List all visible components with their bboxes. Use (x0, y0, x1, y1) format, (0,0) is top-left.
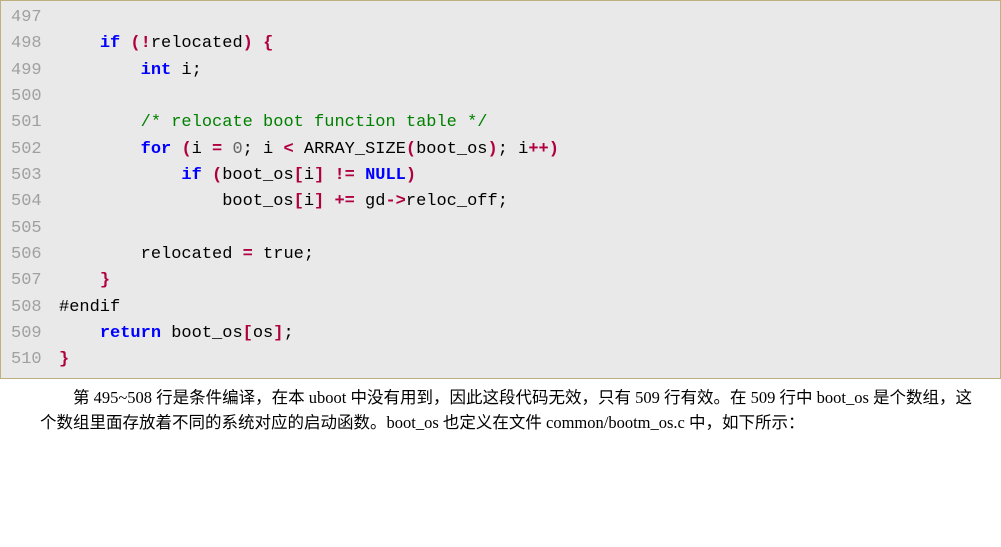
code-line: 510} (1, 347, 1000, 373)
code-line: 502 for (i = 0; i < ARRAY_SIZE(boot_os);… (1, 137, 1000, 163)
code-line: 507 } (1, 268, 1000, 294)
line-number: 508 (1, 295, 59, 321)
code-line: 498 if (!relocated) { (1, 31, 1000, 57)
line-number: 497 (1, 5, 59, 31)
code-line: 506 relocated = true; (1, 242, 1000, 268)
code-content (59, 5, 69, 31)
line-number: 507 (1, 268, 59, 294)
code-content: return boot_os[os]; (59, 321, 294, 347)
line-number: 509 (1, 321, 59, 347)
code-content: int i; (59, 58, 202, 84)
code-line: 503 if (boot_os[i] != NULL) (1, 163, 1000, 189)
code-line: 504 boot_os[i] += gd->reloc_off; (1, 189, 1000, 215)
code-content: boot_os[i] += gd->reloc_off; (59, 189, 508, 215)
code-content: } (59, 347, 69, 373)
code-line: 508#endif (1, 295, 1000, 321)
code-line: 499 int i; (1, 58, 1000, 84)
line-number: 500 (1, 84, 59, 110)
code-content: } (59, 268, 110, 294)
line-number: 502 (1, 137, 59, 163)
code-content: relocated = true; (59, 242, 314, 268)
line-number: 499 (1, 58, 59, 84)
code-content: /* relocate boot function table */ (59, 110, 487, 136)
code-line: 497 (1, 5, 1000, 31)
code-content: if (boot_os[i] != NULL) (59, 163, 416, 189)
code-content: #endif (59, 295, 120, 321)
code-content (59, 216, 69, 242)
code-content (59, 84, 69, 110)
code-line: 509 return boot_os[os]; (1, 321, 1000, 347)
line-number: 504 (1, 189, 59, 215)
code-line: 505 (1, 216, 1000, 242)
code-line: 500 (1, 84, 1000, 110)
code-block: 497 498 if (!relocated) {499 int i;500 5… (0, 0, 1001, 379)
line-number: 501 (1, 110, 59, 136)
line-number: 503 (1, 163, 59, 189)
code-line: 501 /* relocate boot function table */ (1, 110, 1000, 136)
explanation-paragraph: 第 495~508 行是条件编译，在本 uboot 中没有用到，因此这段代码无效… (0, 379, 1001, 446)
line-number: 505 (1, 216, 59, 242)
paragraph-text: 第 495~508 行是条件编译，在本 uboot 中没有用到，因此这段代码无效… (40, 385, 985, 436)
code-content: if (!relocated) { (59, 31, 273, 57)
line-number: 498 (1, 31, 59, 57)
line-number: 510 (1, 347, 59, 373)
code-content: for (i = 0; i < ARRAY_SIZE(boot_os); i++… (59, 137, 559, 163)
line-number: 506 (1, 242, 59, 268)
